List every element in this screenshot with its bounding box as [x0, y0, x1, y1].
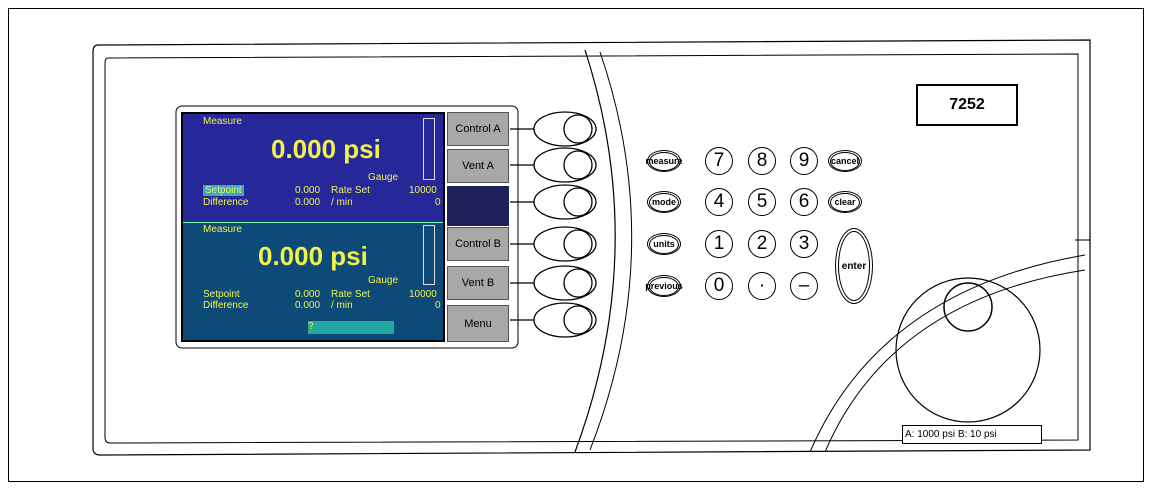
rotary-knob[interactable] — [896, 278, 1040, 422]
channel-b-difference-label: Difference — [203, 300, 249, 311]
key-2[interactable]: 2 — [748, 230, 776, 258]
range-label: A: 1000 psi B: 10 psi — [902, 425, 1042, 444]
model-label: 7252 — [916, 84, 1018, 126]
channel-b-difference-count: 0 — [435, 300, 441, 311]
channel-b-rate-label: Rate Set — [331, 289, 370, 300]
key-3[interactable]: 3 — [790, 230, 818, 258]
softkey-menu[interactable]: Menu — [447, 305, 509, 342]
channel-b-setpoint-value: 0.000 — [295, 289, 321, 300]
key-6[interactable]: 6 — [790, 188, 818, 216]
channel-a-difference-count: 0 — [435, 197, 441, 208]
key-decimal[interactable]: · — [748, 272, 776, 300]
cancel-key-label: cancel — [830, 151, 860, 171]
channel-a-setpoint-label[interactable]: Setpoint — [203, 185, 244, 196]
channel-a-reading: 0.000 psi — [271, 134, 381, 164]
cancel-key[interactable]: cancel — [828, 150, 862, 172]
key-8[interactable]: 8 — [748, 147, 776, 175]
units-key-label: units — [649, 234, 679, 254]
key-9[interactable]: 9 — [790, 147, 818, 175]
channel-b-bargraph — [423, 225, 435, 285]
mode-key-label: mode — [649, 192, 679, 212]
key-1[interactable]: 1 — [705, 230, 733, 258]
previous-key[interactable]: previous — [645, 275, 683, 297]
units-key[interactable]: units — [647, 233, 681, 255]
channel-a-title: Measure — [203, 116, 242, 127]
oval-button-1[interactable] — [534, 112, 598, 146]
channel-a-difference-label: Difference — [203, 197, 249, 208]
channel-b-title: Measure — [203, 224, 242, 235]
measure-key-label: measure — [645, 151, 683, 171]
oval-button-5[interactable] — [534, 266, 598, 300]
mode-key[interactable]: mode — [647, 191, 681, 213]
channel-a-per-min: / min — [331, 197, 353, 208]
channel-a-bargraph — [423, 118, 435, 180]
channel-a-setpoint-value: 0.000 — [295, 185, 321, 196]
key-4[interactable]: 4 — [705, 188, 733, 216]
softkey-vent-b[interactable]: Vent B — [447, 266, 509, 300]
softkey-blank[interactable] — [447, 186, 509, 226]
key-7[interactable]: 7 — [705, 147, 733, 175]
enter-key-label: enter — [838, 231, 870, 301]
oval-button-2[interactable] — [534, 148, 598, 182]
channel-a-panel: Measure 0.000 psi Gauge Setpoint 0.000 R… — [183, 114, 443, 222]
channel-b-per-min: / min — [331, 300, 353, 311]
channel-b-mode: Gauge — [368, 275, 399, 286]
softkey-vent-a[interactable]: Vent A — [447, 149, 509, 183]
enter-key[interactable]: enter — [835, 228, 873, 304]
channel-a-mode: Gauge — [368, 172, 399, 183]
key-5[interactable]: 5 — [748, 188, 776, 216]
channel-b-setpoint-label: Setpoint — [203, 289, 240, 300]
oval-button-4[interactable] — [534, 227, 598, 261]
oval-button-6[interactable] — [534, 303, 598, 337]
clear-key[interactable]: clear — [828, 191, 862, 213]
channel-b-rate-value: 10000 — [409, 289, 437, 300]
channel-b-panel: Measure 0.000 psi Gauge Setpoint 0.000 R… — [183, 222, 443, 340]
prompt-field[interactable]: ? — [308, 321, 394, 334]
key-minus[interactable]: – — [790, 272, 818, 300]
channel-a-rate-value: 10000 — [409, 185, 437, 196]
channel-a-rate-label: Rate Set — [331, 185, 370, 196]
clear-key-label: clear — [830, 192, 860, 212]
channel-b-reading: 0.000 psi — [258, 241, 368, 271]
lcd-screen: Measure 0.000 psi Gauge Setpoint 0.000 R… — [181, 112, 445, 342]
channel-b-difference-value: 0.000 — [295, 300, 321, 311]
previous-key-label: previous — [645, 276, 683, 296]
softkey-control-a[interactable]: Control A — [447, 112, 509, 146]
softkey-control-b[interactable]: Control B — [447, 227, 509, 261]
key-0[interactable]: 0 — [705, 272, 733, 300]
measure-key[interactable]: measure — [645, 150, 683, 172]
oval-button-3[interactable] — [534, 185, 598, 219]
channel-a-difference-value: 0.000 — [295, 197, 321, 208]
